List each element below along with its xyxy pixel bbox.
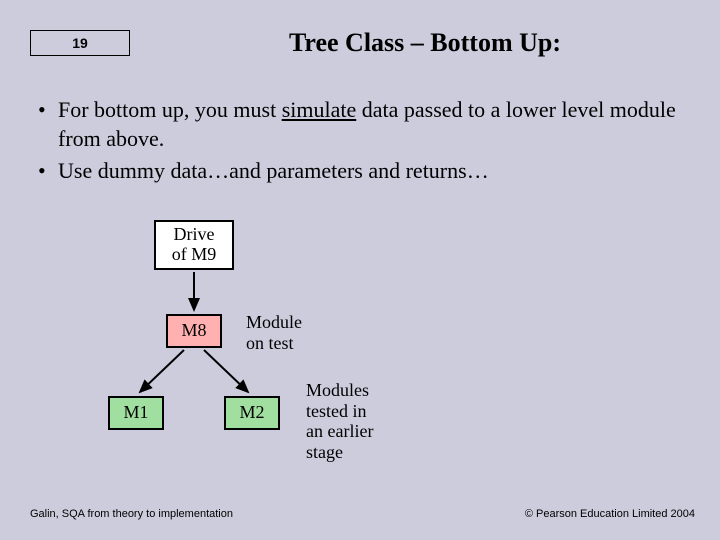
diagram: Drive of M9 M8 M1 M2 Module on test Modu… — [80, 220, 480, 470]
bullet-1-underline: simulate — [282, 97, 357, 122]
slide-number: 19 — [30, 30, 130, 56]
box-drive-line1: Drive — [174, 225, 215, 245]
slide-title: Tree Class – Bottom Up: — [160, 28, 690, 58]
label-modules-tested: Modules tested in an earlier stage — [306, 380, 373, 463]
footer-left: Galin, SQA from theory to implementation — [30, 508, 233, 520]
label-bot-l3: an earlier — [306, 421, 373, 442]
box-m2: M2 — [224, 396, 280, 430]
box-drive: Drive of M9 — [154, 220, 234, 270]
footer-right: © Pearson Education Limited 2004 — [525, 508, 695, 520]
bullet-1: For bottom up, you must simulate data pa… — [38, 96, 690, 153]
bullet-1-text-pre: For bottom up, you must — [58, 97, 282, 122]
box-drive-line2: of M9 — [172, 245, 217, 265]
label-bot-l1: Modules — [306, 380, 373, 401]
box-m1: M1 — [108, 396, 164, 430]
label-module-on-test: Module on test — [246, 312, 302, 353]
label-mid-l1: Module — [246, 312, 302, 333]
label-mid-l2: on test — [246, 333, 302, 354]
label-bot-l2: tested in — [306, 401, 373, 422]
bullet-list: For bottom up, you must simulate data pa… — [38, 96, 690, 190]
bullet-2: Use dummy data…and parameters and return… — [38, 157, 690, 186]
label-bot-l4: stage — [306, 442, 373, 463]
box-m8: M8 — [166, 314, 222, 348]
